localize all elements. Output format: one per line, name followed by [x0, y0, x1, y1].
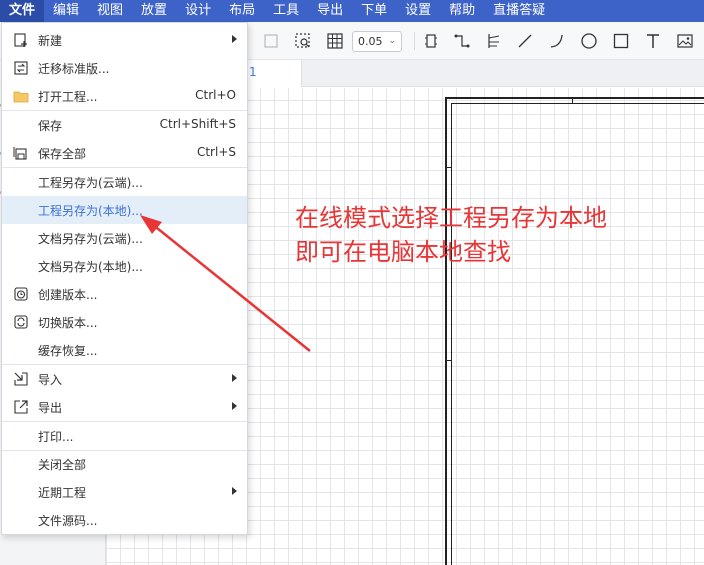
sheet-tick — [572, 97, 573, 103]
sheet-border-inner — [451, 103, 704, 565]
menu-item-import[interactable]: 导入 — [2, 365, 247, 393]
submenu-arrow-icon — [232, 487, 237, 495]
bus-icon[interactable] — [485, 32, 503, 50]
text-icon[interactable] — [644, 32, 662, 50]
menu-item-label: 工程另存为(云端)... — [38, 176, 143, 190]
zoom-area-icon[interactable] — [294, 32, 312, 50]
menu-settings[interactable]: 设置 — [396, 0, 440, 22]
sheet-tick — [445, 360, 451, 361]
menu-item-label: 迁移标准版... — [38, 62, 110, 76]
export-icon — [14, 400, 28, 414]
new-file-icon — [14, 33, 27, 47]
menu-item-save-project-cloud[interactable]: 工程另存为(云端)... — [2, 168, 247, 196]
menu-edit[interactable]: 编辑 — [44, 0, 88, 22]
menu-item-label: 近期工程 — [38, 486, 87, 500]
menu-item-label: 文件源码... — [38, 514, 98, 528]
menu-item-label: 导出 — [38, 401, 63, 415]
submenu-arrow-icon — [232, 35, 237, 43]
zoom-value: 0.05 — [358, 35, 383, 48]
zoom-select[interactable]: 0.05 ⌄ — [352, 31, 402, 52]
menu-item-migrate-standard[interactable]: 迁移标准版... — [2, 54, 247, 82]
menu-item-label: 打开工程... — [38, 90, 98, 104]
submenu-arrow-icon — [232, 374, 237, 382]
create-version-icon — [14, 287, 28, 301]
menu-item-label: 打印... — [38, 430, 74, 444]
select-tool-icon[interactable] — [262, 32, 280, 50]
menu-item-label: 文档另存为(云端)... — [38, 232, 143, 246]
menu-item-label: 导入 — [38, 373, 63, 387]
menu-tools[interactable]: 工具 — [264, 0, 308, 22]
menu-item-label: 关闭全部 — [38, 458, 87, 472]
menu-item-label: 保存 — [38, 119, 63, 133]
menu-help[interactable]: 帮助 — [440, 0, 484, 22]
switch-version-icon — [14, 315, 28, 329]
menu-item-shortcut: Ctrl+Shift+S — [159, 117, 236, 131]
menu-item-close-all[interactable]: 关闭全部 — [2, 450, 247, 478]
toolbar-divider — [414, 32, 415, 50]
import-icon — [14, 372, 28, 386]
menu-item-label: 文档另存为(本地)... — [38, 260, 143, 274]
line-icon[interactable] — [516, 32, 534, 50]
annotation-line-1: 在线模式选择工程另存为本地 — [295, 204, 607, 232]
menu-item-label: 创建版本... — [38, 288, 98, 302]
folder-icon — [13, 91, 29, 103]
rectangle-icon[interactable] — [612, 32, 630, 50]
menu-item-save-all[interactable]: 保存全部 Ctrl+S — [2, 139, 247, 167]
menu-item-open-project[interactable]: 打开工程... Ctrl+O — [2, 82, 247, 110]
arc-icon[interactable] — [548, 32, 566, 50]
sheet-tick — [445, 167, 451, 168]
migrate-icon — [14, 61, 28, 75]
menu-item-save[interactable]: 保存 Ctrl+Shift+S — [2, 111, 247, 139]
menu-live-qa[interactable]: 直播答疑 — [484, 0, 554, 22]
menu-layout[interactable]: 布局 — [220, 0, 264, 22]
menu-item-label: 保存全部 — [38, 147, 87, 161]
menu-item-file-source[interactable]: 文件源码... — [2, 506, 247, 534]
wire-icon[interactable] — [453, 32, 471, 50]
menu-file[interactable]: 文件 — [0, 0, 45, 22]
menu-item-label: 新建 — [38, 34, 63, 48]
save-all-icon — [13, 147, 27, 160]
menu-item-print[interactable]: 打印... — [2, 422, 247, 450]
grid-icon[interactable] — [326, 32, 344, 50]
menu-item-label: 工程另存为(本地)... — [38, 204, 143, 218]
menu-item-export[interactable]: 导出 — [2, 393, 247, 421]
menu-design[interactable]: 设计 — [176, 0, 220, 22]
annotation-text: 在线模式选择工程另存为本地 即可在电脑本地查找 — [295, 201, 607, 269]
menu-item-label: 缓存恢复... — [38, 344, 98, 358]
menu-item-shortcut: Ctrl+S — [196, 145, 236, 159]
menu-order[interactable]: 下单 — [352, 0, 396, 22]
menu-bar: 文件 编辑 视图 放置 设计 布局 工具 导出 下单 设置 帮助 直播答疑 — [0, 0, 704, 22]
menu-item-shortcut: Ctrl+O — [195, 88, 236, 102]
menu-item-label: 切换版本... — [38, 316, 98, 330]
menu-item-recent-projects[interactable]: 近期工程 — [2, 478, 247, 506]
submenu-arrow-icon — [232, 402, 237, 410]
image-icon[interactable] — [676, 32, 694, 50]
menu-export[interactable]: 导出 — [308, 0, 352, 22]
circle-icon[interactable] — [580, 32, 598, 50]
component-icon[interactable] — [422, 32, 440, 50]
annotation-line-2: 即可在电脑本地查找 — [295, 238, 511, 266]
chevron-down-icon: ⌄ — [388, 36, 396, 46]
menu-item-new[interactable]: 新建 — [2, 26, 247, 54]
tab-label: 1 — [249, 65, 257, 79]
menu-view[interactable]: 视图 — [88, 0, 132, 22]
menu-place[interactable]: 放置 — [132, 0, 176, 22]
